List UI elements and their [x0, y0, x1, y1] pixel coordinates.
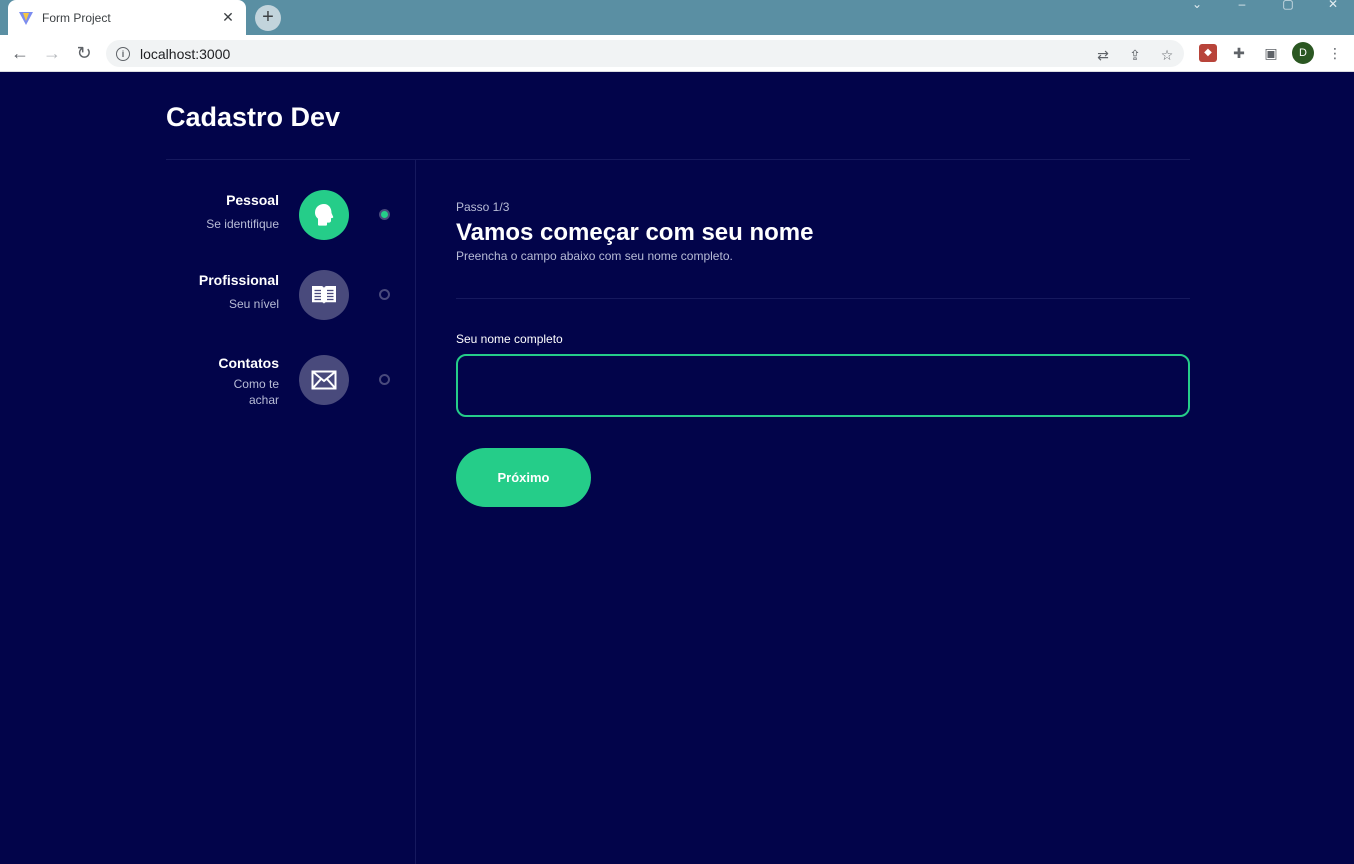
step-counter: Passo 1/3 — [456, 200, 510, 214]
step-text: Contatos Como te achar — [209, 353, 279, 408]
full-name-label: Seu nome completo — [456, 332, 563, 346]
form-subtitle: Preencha o campo abaixo com seu nome com… — [456, 249, 733, 263]
bookmark-star-icon[interactable]: ☆ — [1158, 46, 1176, 64]
step-profissional[interactable]: Profissional Seu nível — [166, 270, 398, 330]
step-title: Profissional — [198, 272, 279, 288]
profile-avatar[interactable]: D — [1292, 42, 1314, 64]
step-indicator-dot — [379, 209, 390, 220]
step-text: Pessoal Se identifique — [206, 190, 279, 232]
close-window-icon[interactable]: ✕ — [1318, 0, 1348, 12]
book-icon — [312, 286, 336, 304]
step-description: Como te achar — [233, 377, 279, 407]
form-header: Passo 1/3 Vamos começar com seu nome Pre… — [456, 200, 1190, 263]
browser-toolbar: ← → ↻ i localhost:3000 ⇄ ⇪ ☆ ◆ ✚ ▣ D ⋮ — [0, 35, 1354, 72]
full-name-input[interactable] — [456, 354, 1190, 417]
minimize-icon[interactable]: – — [1227, 0, 1257, 12]
step-indicator-dot — [379, 289, 390, 300]
step-icon-circle — [299, 355, 349, 405]
step-text: Profissional Seu nível — [199, 270, 279, 312]
person-icon — [315, 204, 334, 226]
tab-title: Form Project — [42, 10, 111, 25]
page: Cadastro Dev Pessoal Se identifique Prof… — [0, 72, 1354, 864]
form-divider — [456, 298, 1190, 299]
step-icon-circle — [299, 190, 349, 240]
step-pessoal[interactable]: Pessoal Se identifique — [166, 190, 398, 250]
form-title: Vamos começar com seu nome — [456, 219, 814, 246]
extensions-puzzle-icon[interactable]: ✚ — [1230, 44, 1248, 62]
browser-tab[interactable]: Form Project ✕ — [8, 0, 246, 35]
step-icon-circle — [299, 270, 349, 320]
step-description: Seu nível — [228, 297, 279, 311]
sidebar-divider — [415, 160, 416, 864]
translate-icon[interactable]: ⇄ — [1094, 46, 1112, 64]
back-arrow-icon[interactable]: ← — [7, 40, 33, 66]
brand-title: Cadastro Dev — [166, 102, 341, 132]
maximize-icon[interactable]: ▢ — [1273, 0, 1303, 12]
new-tab-button[interactable]: + — [255, 5, 281, 31]
side-panel-icon[interactable]: ▣ — [1262, 44, 1280, 62]
next-button[interactable]: Próximo — [456, 448, 591, 507]
extension-icon[interactable]: ◆ — [1199, 44, 1217, 62]
share-icon[interactable]: ⇪ — [1126, 46, 1144, 64]
step-description: Se identifique — [206, 217, 279, 231]
browser-tab-strip: Form Project ✕ + ⌄ – ▢ ✕ — [0, 0, 1354, 35]
reload-icon[interactable]: ↻ — [71, 40, 97, 66]
step-title: Contatos — [218, 355, 279, 371]
mail-icon — [311, 370, 337, 390]
step-indicator-dot — [379, 374, 390, 385]
url-text: localhost:3000 — [140, 45, 231, 62]
forward-arrow-icon[interactable]: → — [39, 40, 65, 66]
step-title: Pessoal — [226, 192, 279, 208]
menu-kebab-icon[interactable]: ⋮ — [1326, 44, 1344, 62]
close-tab-icon[interactable]: ✕ — [220, 9, 236, 26]
header-divider — [166, 159, 1190, 160]
address-bar[interactable]: i localhost:3000 ⇄ ⇪ ☆ — [106, 40, 1184, 67]
tab-search-icon[interactable]: ⌄ — [1182, 0, 1212, 12]
step-contatos[interactable]: Contatos Como te achar — [166, 353, 398, 413]
site-info-icon[interactable]: i — [116, 46, 130, 61]
vite-logo-icon — [19, 11, 33, 25]
